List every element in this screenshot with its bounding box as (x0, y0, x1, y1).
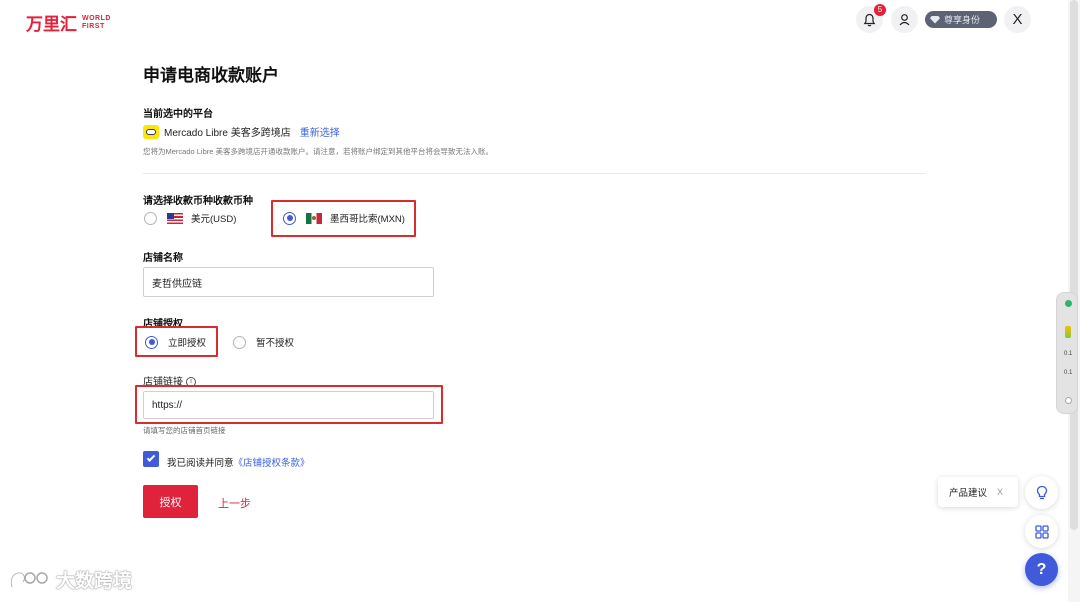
user-icon (899, 14, 910, 26)
close-button[interactable]: X (1004, 6, 1031, 33)
suggestion-button[interactable] (1025, 476, 1058, 509)
close-icon: X (1012, 11, 1023, 28)
vip-label: 尊享身份 (944, 15, 981, 25)
top-header: 万里汇 WORLD FIRST 5 尊享身份 X (0, 0, 1080, 40)
currency-usd-radio[interactable] (144, 211, 157, 225)
currency-highlight-box (271, 200, 416, 237)
scrollbar-thumb[interactable] (1070, 0, 1078, 530)
level-bar-icon (1065, 326, 1071, 338)
side-dock-widget[interactable]: 0.1 0.1 (1056, 292, 1078, 414)
watermark-logo-icon (10, 571, 48, 587)
checkmark-icon (146, 453, 156, 462)
product-suggestion-popup[interactable]: 产品建议 X (938, 477, 1018, 507)
mercado-libre-logo-icon (143, 124, 159, 139)
store-name-input[interactable]: 麦哲供应链 (143, 267, 434, 297)
platform-section-label: 当前选中的平台 (143, 109, 213, 120)
auth-later-radio[interactable] (233, 335, 246, 349)
suggestion-label: 产品建议 (949, 488, 988, 499)
agree-checkbox[interactable] (143, 451, 159, 467)
platform-note: 您将为Mercado Libre 美客多跨境店开通收款账户。请注意，若将账户绑定… (143, 147, 494, 156)
auth-option-later[interactable]: 暂不授权 (233, 335, 294, 349)
agree-text-row: 我已阅读并同意《店铺授权条款》 (167, 455, 310, 469)
close-suggestion-icon[interactable]: X (997, 487, 1003, 497)
reselect-platform-link[interactable]: 重新选择 (300, 124, 340, 139)
store-name-label: 店铺名称 (143, 253, 183, 264)
currency-option-usd[interactable]: 美元(USD) (144, 211, 236, 225)
logo-en-line1: WORLD (82, 14, 111, 22)
settings-circle-icon (1065, 397, 1072, 404)
bell-icon (863, 13, 876, 26)
watermark: 大数跨境 (8, 566, 132, 593)
status-dot-icon (1065, 300, 1072, 307)
worldfirst-logo[interactable]: 万里汇 WORLD FIRST (26, 10, 111, 36)
us-flag-icon (167, 212, 183, 224)
previous-step-link[interactable]: 上一步 (218, 495, 251, 511)
logo-en-line2: FIRST (82, 22, 105, 30)
auth-later-label: 暂不授权 (256, 338, 295, 349)
currency-usd-label: 美元(USD) (191, 214, 237, 225)
notification-badge: 5 (874, 4, 886, 16)
vip-status-badge[interactable]: 尊享身份 (925, 11, 997, 28)
auth-terms-link[interactable]: 《店铺授权条款》 (234, 458, 310, 469)
apps-button[interactable] (1025, 515, 1058, 548)
logo-cn-text: 万里汇 (26, 15, 77, 35)
store-link-highlight-box (135, 385, 443, 424)
dock-value-1: 0.1 (1064, 351, 1073, 357)
account-button[interactable] (891, 6, 918, 33)
logo-en-text: WORLD FIRST (82, 15, 111, 31)
dock-value-2: 0.1 (1064, 370, 1073, 376)
store-link-hint: 请填写您的店铺首页链接 (143, 426, 226, 435)
platform-name: Mercado Libre 美客多跨境店 (164, 128, 291, 139)
selected-platform-row: Mercado Libre 美客多跨境店 重新选择 (143, 124, 340, 139)
watermark-text: 大数跨境 (56, 570, 133, 592)
question-mark-icon: ? (1036, 560, 1047, 578)
help-button[interactable]: ? (1025, 553, 1058, 586)
diamond-icon (930, 15, 940, 24)
authorize-button[interactable]: 授权 (143, 485, 198, 518)
auth-highlight-box (135, 326, 218, 357)
agree-text: 我已阅读并同意 (167, 458, 234, 469)
section-divider (143, 173, 925, 174)
lightbulb-icon (1036, 485, 1047, 499)
grid-icon (1034, 524, 1049, 539)
currency-section-label: 请选择收款币种收款币种 (143, 196, 253, 207)
page-title: 申请电商收款账户 (143, 66, 279, 85)
